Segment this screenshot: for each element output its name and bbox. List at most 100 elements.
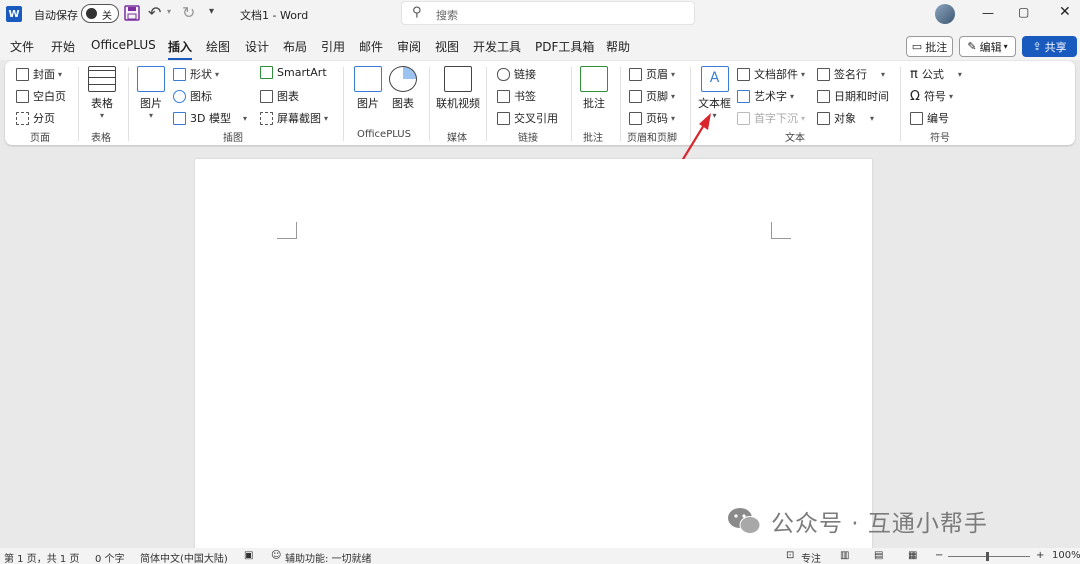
document-page[interactable] — [195, 159, 872, 551]
editing-button[interactable]: ✎ 编辑 ▾ — [959, 36, 1016, 57]
officeplus-picture-button[interactable]: 图片 — [354, 66, 382, 111]
zoom-out-icon[interactable]: − — [935, 550, 943, 561]
zoom-in-icon[interactable]: + — [1036, 550, 1044, 561]
zoom-slider[interactable] — [948, 556, 1030, 557]
divider — [429, 67, 430, 141]
drop-cap-button[interactable]: 首字下沉 ▾ — [737, 110, 805, 126]
tab-layout[interactable]: 布局 — [283, 38, 307, 55]
chevron-down-icon: ▾ — [790, 91, 795, 101]
tab-officeplus[interactable]: OfficePLUS — [91, 38, 156, 52]
picture-icon — [354, 66, 382, 92]
screenshot-label: 屏幕截图 — [277, 112, 321, 125]
autosave-toggle[interactable]: 关 — [81, 4, 119, 23]
avatar[interactable] — [935, 4, 955, 24]
new-comment-button[interactable]: 批注 — [580, 66, 608, 111]
officeplus-chart-button[interactable]: 图表 — [389, 66, 417, 111]
save-icon[interactable] — [124, 5, 140, 21]
wordart-icon — [737, 89, 750, 103]
object-button[interactable]: 对象 ▾ — [817, 110, 874, 126]
tab-developer[interactable]: 开发工具 — [473, 38, 521, 55]
print-layout-icon[interactable]: ▤ — [874, 550, 883, 561]
web-layout-icon[interactable]: ▦ — [908, 550, 917, 561]
word-count[interactable]: 0 个字 — [95, 550, 125, 564]
equation-button[interactable]: π 公式 ▾ — [910, 66, 962, 82]
tab-help[interactable]: 帮助 — [606, 38, 630, 55]
tab-home[interactable]: 开始 — [51, 38, 75, 55]
share-icon: ⇪ — [1032, 40, 1042, 53]
omega-icon: Ω — [910, 88, 920, 104]
numbering-button[interactable]: 编号 — [910, 110, 949, 126]
zoom-slider-handle[interactable] — [986, 552, 989, 561]
signature-line-button[interactable]: 签名行 ▾ — [817, 66, 885, 82]
chevron-down-icon: ▾ — [671, 69, 676, 79]
tab-references[interactable]: 引用 — [321, 38, 345, 55]
close-button[interactable]: ✕ — [1059, 4, 1071, 20]
quick-parts-button[interactable]: 文档部件 ▾ — [737, 66, 805, 82]
tab-view[interactable]: 视图 — [435, 38, 459, 55]
page-count[interactable]: 第 1 页，共 1 页 — [4, 550, 79, 564]
proofing-icon[interactable]: ▣ — [244, 550, 253, 561]
tab-file[interactable]: 文件 — [10, 38, 34, 55]
online-video-label: 联机视频 — [436, 97, 480, 110]
share-button[interactable]: ⇪ 共享 — [1022, 36, 1077, 57]
language-status[interactable]: 简体中文(中国大陆) — [140, 550, 228, 564]
picture-label: 图片 — [140, 97, 162, 110]
video-icon — [444, 66, 472, 92]
3d-model-button[interactable]: 3D 模型 ▾ — [173, 110, 247, 126]
undo-dropdown-icon[interactable]: ▾ — [167, 7, 171, 16]
symbol-button[interactable]: Ω 符号 ▾ — [910, 88, 953, 104]
customize-toolbar-icon[interactable]: ▾ — [209, 6, 214, 17]
zoom-level[interactable]: 100% — [1052, 550, 1080, 561]
search-input[interactable]: ⚲ 搜索 — [401, 1, 695, 25]
table-button[interactable]: 表格 ▾ — [88, 66, 116, 120]
focus-icon: ⊡ — [786, 550, 795, 561]
tab-review[interactable]: 审阅 — [397, 38, 421, 55]
blank-page-button[interactable]: 空白页 — [16, 88, 66, 104]
cross-reference-button[interactable]: 交叉引用 — [497, 110, 558, 126]
comments-button[interactable]: ▭ 批注 — [906, 36, 953, 57]
chevron-down-icon: ▾ — [324, 113, 329, 123]
tab-draw[interactable]: 绘图 — [206, 38, 230, 55]
minimize-button[interactable]: — — [982, 6, 994, 20]
screenshot-button[interactable]: 屏幕截图 ▾ — [260, 110, 328, 126]
maximize-button[interactable]: ▢ — [1018, 5, 1029, 19]
bookmark-button[interactable]: 书签 — [497, 88, 536, 104]
focus-mode-button[interactable]: 专注 — [801, 550, 821, 564]
icons-button[interactable]: 图标 — [173, 88, 212, 104]
footer-button[interactable]: 页脚 ▾ — [629, 88, 675, 104]
comments-button-label: 批注 — [925, 40, 948, 54]
accessibility-icon: ☺ — [271, 550, 282, 561]
tab-pdf-tools[interactable]: PDF工具箱 — [535, 38, 594, 55]
margin-marker-top-left — [277, 222, 297, 239]
cover-page-button[interactable]: 封面 ▾ — [16, 66, 62, 82]
bookmark-label: 书签 — [514, 90, 536, 103]
numbering-label: 编号 — [927, 112, 949, 125]
read-mode-icon[interactable]: ▥ — [840, 550, 849, 561]
tab-mailings[interactable]: 邮件 — [359, 38, 383, 55]
picture-button[interactable]: 图片 ▾ — [137, 66, 165, 120]
shapes-button[interactable]: 形状 ▾ — [173, 66, 219, 82]
document-title: 文档1 - Word — [240, 9, 309, 22]
undo-icon[interactable]: ↶ — [148, 3, 161, 22]
online-video-button[interactable]: 联机视频 — [436, 66, 480, 111]
divider — [78, 67, 79, 141]
autosave-label: 自动保存 — [34, 9, 78, 22]
chart-button[interactable]: 图表 — [260, 88, 299, 104]
date-time-button[interactable]: 日期和时间 — [817, 88, 889, 104]
redo-icon[interactable]: ↻ — [182, 3, 195, 22]
page-break-button[interactable]: 分页 — [16, 110, 55, 126]
chevron-down-icon: ▾ — [870, 113, 875, 123]
footer-icon — [629, 89, 642, 103]
ribbon: 封面 ▾ 空白页 分页 页面 表格 ▾ 表格 图片 ▾ 形状 ▾ 图标 3D 模型 ▾… — [5, 61, 1075, 145]
wordart-button[interactable]: 艺术字 ▾ — [737, 88, 794, 104]
smartart-button[interactable]: SmartArt — [260, 66, 327, 79]
link-button[interactable]: 链接 — [497, 66, 536, 82]
group-label-pages: 页面 — [30, 133, 50, 144]
margin-marker-top-right — [771, 222, 791, 239]
watermark: 公众号 · 互通小帮手 — [727, 504, 988, 538]
header-button[interactable]: 页眉 ▾ — [629, 66, 675, 82]
tab-design[interactable]: 设计 — [245, 38, 269, 55]
tab-insert[interactable]: 插入 — [168, 38, 193, 60]
accessibility-status[interactable]: 辅助功能: 一切就绪 — [285, 550, 372, 564]
editing-button-label: 编辑 — [979, 40, 1002, 54]
